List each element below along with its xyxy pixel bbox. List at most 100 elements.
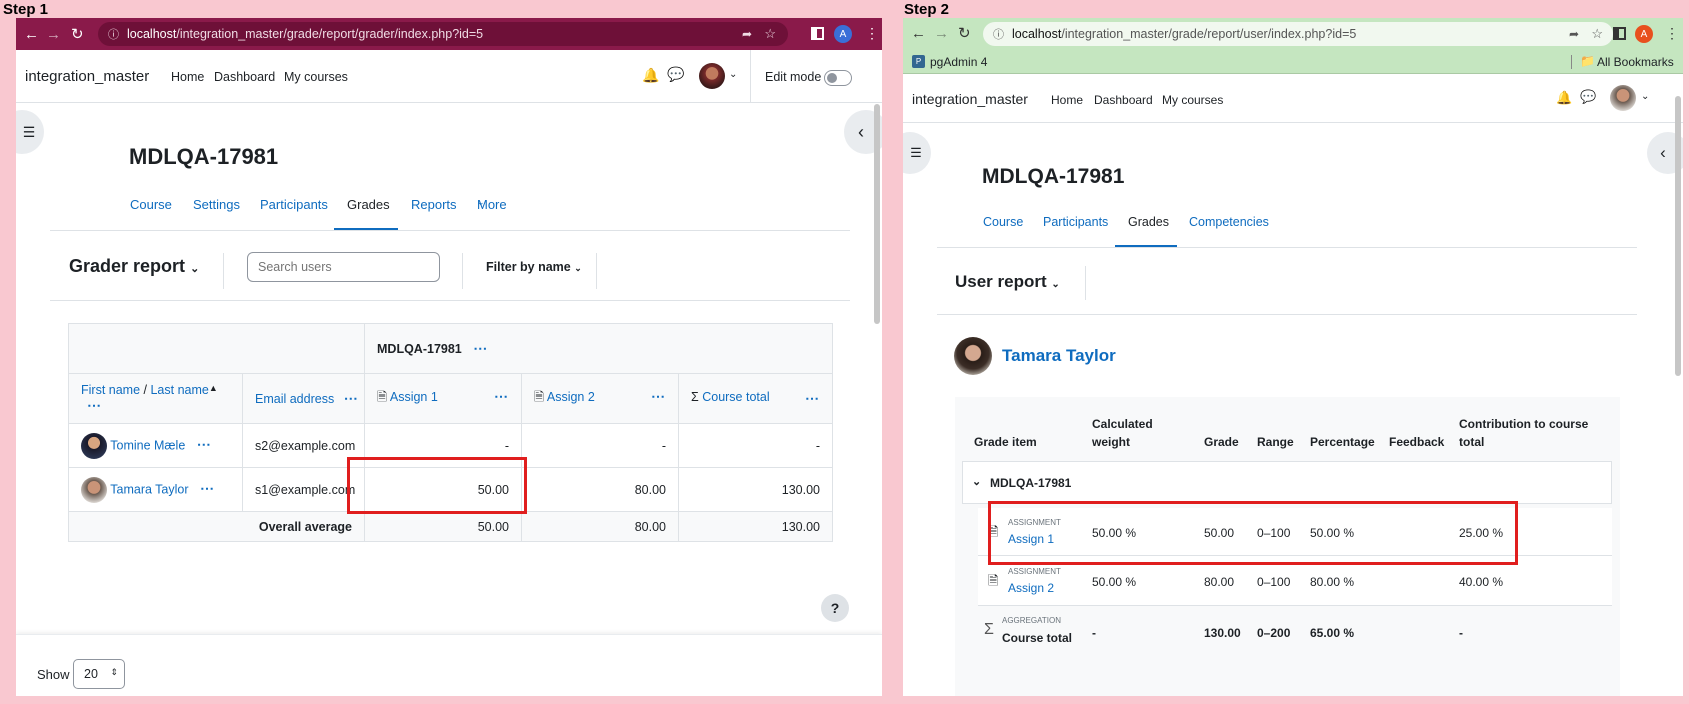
chevron-down-icon[interactable]: ⌄	[729, 69, 737, 80]
more-icon[interactable]: ⋯	[494, 388, 509, 405]
assign1-link[interactable]: Assign 1	[390, 390, 438, 404]
course-title: MDLQA-17981	[982, 165, 1125, 188]
edit-mode-toggle[interactable]	[824, 70, 852, 86]
user-avatar[interactable]	[1610, 85, 1636, 111]
more-icon[interactable]: ⋯	[87, 397, 102, 413]
menu-icon[interactable]: ⋮	[865, 25, 879, 42]
grade-cell[interactable]: -	[521, 423, 679, 468]
action-divider	[596, 253, 597, 289]
sidepanel-icon[interactable]	[1613, 27, 1626, 40]
sort-email[interactable]: Email address	[255, 392, 334, 406]
info-icon: ⓘ	[993, 29, 1004, 41]
header-contrib-1: Contribution to course	[1459, 417, 1589, 431]
chevron-down-icon[interactable]: ⌄	[1641, 91, 1649, 102]
course-total-header: Σ Course total ⋯	[678, 373, 833, 424]
more-icon[interactable]: ⋯	[805, 390, 820, 407]
reload-icon[interactable]: ↻	[958, 24, 971, 42]
range-cell: 0–100	[1257, 575, 1291, 589]
tab-settings[interactable]: Settings	[193, 197, 240, 212]
back-icon[interactable]: ←	[24, 26, 39, 43]
nav-my-courses[interactable]: My courses	[284, 70, 348, 84]
site-name[interactable]: integration_master	[912, 91, 1028, 107]
item-link[interactable]: Assign 2	[1008, 581, 1054, 595]
footer-bar: Show 20 ⇕	[16, 634, 882, 696]
nav-my-courses[interactable]: My courses	[1162, 93, 1223, 107]
filter-by-name-button[interactable]: Filter by name ⌄	[486, 260, 582, 274]
grade-cell: 130.00	[1204, 626, 1241, 640]
search-users-input[interactable]	[247, 252, 440, 282]
header-contrib-2: total	[1459, 435, 1485, 449]
help-button[interactable]: ?	[821, 594, 849, 622]
tab-reports[interactable]: Reports	[411, 197, 457, 212]
per-page-select[interactable]: 20 ⇕	[73, 659, 125, 689]
address-bar[interactable]: ⓘ localhost /integration_master/grade/re…	[98, 22, 788, 46]
site-name[interactable]: integration_master	[25, 68, 149, 85]
header-feedback: Feedback	[1389, 435, 1445, 449]
chat-icon[interactable]: 💬	[667, 66, 684, 83]
weight-cell: 50.00 %	[1092, 575, 1137, 589]
course-index-toggle[interactable]: ☰	[903, 132, 931, 174]
tab-grades[interactable]: Grades	[347, 197, 390, 212]
profile-avatar[interactable]: A	[834, 25, 852, 43]
share-icon[interactable]: ➦	[1569, 27, 1579, 41]
user-avatar[interactable]	[699, 63, 725, 89]
sidepanel-icon[interactable]	[811, 27, 824, 40]
assignment-icon: 🗎	[534, 390, 545, 404]
bell-icon[interactable]: 🔔	[642, 67, 659, 84]
report-selector[interactable]: User report ⌄	[955, 272, 1060, 292]
tab-competencies[interactable]: Competencies	[1189, 215, 1269, 229]
user-name-link[interactable]: Tamara Taylor	[1002, 346, 1116, 366]
sort-last-name[interactable]: Last name	[150, 383, 208, 397]
sort-first-name[interactable]: First name	[81, 383, 140, 397]
assign1-header: 🗎 Assign 1 ⋯	[364, 373, 522, 424]
report-title: User report	[955, 272, 1047, 291]
back-icon[interactable]: ←	[911, 25, 926, 42]
forward-icon[interactable]: →	[934, 25, 949, 42]
nav-home[interactable]: Home	[171, 70, 204, 84]
scrollbar[interactable]	[1675, 96, 1681, 376]
nav-dashboard[interactable]: Dashboard	[214, 70, 275, 84]
nav-home[interactable]: Home	[1051, 93, 1083, 107]
course-total-link[interactable]: Course total	[702, 390, 769, 404]
tab-course[interactable]: Course	[983, 215, 1023, 229]
more-icon[interactable]: ⋯	[200, 480, 215, 496]
chat-icon[interactable]: 💬	[1580, 89, 1596, 105]
more-icon[interactable]: ⋯	[473, 340, 488, 356]
action-divider	[1085, 266, 1086, 300]
assignment-icon: 🗎	[377, 390, 388, 404]
more-icon[interactable]: ⋯	[651, 388, 666, 405]
profile-avatar[interactable]: A	[1635, 25, 1653, 43]
chevron-down-icon[interactable]: ⌄	[972, 475, 981, 488]
more-icon[interactable]: ⋯	[197, 436, 212, 452]
category-row[interactable]: ⌄ MDLQA-17981	[962, 461, 1612, 504]
tab-participants[interactable]: Participants	[1043, 215, 1108, 229]
tab-course[interactable]: Course	[130, 197, 172, 212]
tab-grades[interactable]: Grades	[1128, 215, 1169, 229]
header-weight-2: weight	[1092, 435, 1130, 449]
address-bar[interactable]: ⓘ localhost /integration_master/grade/re…	[983, 22, 1613, 46]
reload-icon[interactable]: ↻	[71, 25, 84, 43]
assign2-link[interactable]: Assign 2	[547, 390, 595, 404]
share-icon[interactable]: ➦	[742, 27, 752, 41]
nav-dashboard[interactable]: Dashboard	[1094, 93, 1153, 107]
average-label: Overall average	[68, 511, 365, 542]
bookmark-pgadmin[interactable]: pgAdmin 4	[930, 55, 987, 69]
student-name[interactable]: Tamara Taylor	[110, 482, 188, 496]
star-icon[interactable]: ☆	[764, 26, 776, 42]
info-icon: ⓘ	[108, 29, 119, 41]
grade-cell[interactable]: 80.00	[521, 467, 679, 512]
tab-participants[interactable]: Participants	[260, 197, 328, 212]
course-index-toggle[interactable]: ☰	[16, 110, 44, 154]
forward-icon[interactable]: →	[46, 26, 61, 43]
avatar	[954, 337, 992, 375]
star-icon[interactable]: ☆	[1591, 26, 1603, 42]
empty-header-cell	[68, 323, 365, 374]
report-selector[interactable]: Grader report ⌄	[69, 256, 199, 277]
bell-icon[interactable]: 🔔	[1556, 90, 1572, 106]
all-bookmarks[interactable]: All Bookmarks	[1597, 55, 1674, 69]
more-icon[interactable]: ⋯	[344, 390, 359, 406]
step2-window: ← → ↻ ⓘ localhost /integration_master/gr…	[903, 18, 1683, 696]
scrollbar[interactable]	[874, 104, 880, 324]
student-name[interactable]: Tomine Mæle	[110, 438, 185, 452]
menu-icon[interactable]: ⋮	[1665, 25, 1679, 42]
